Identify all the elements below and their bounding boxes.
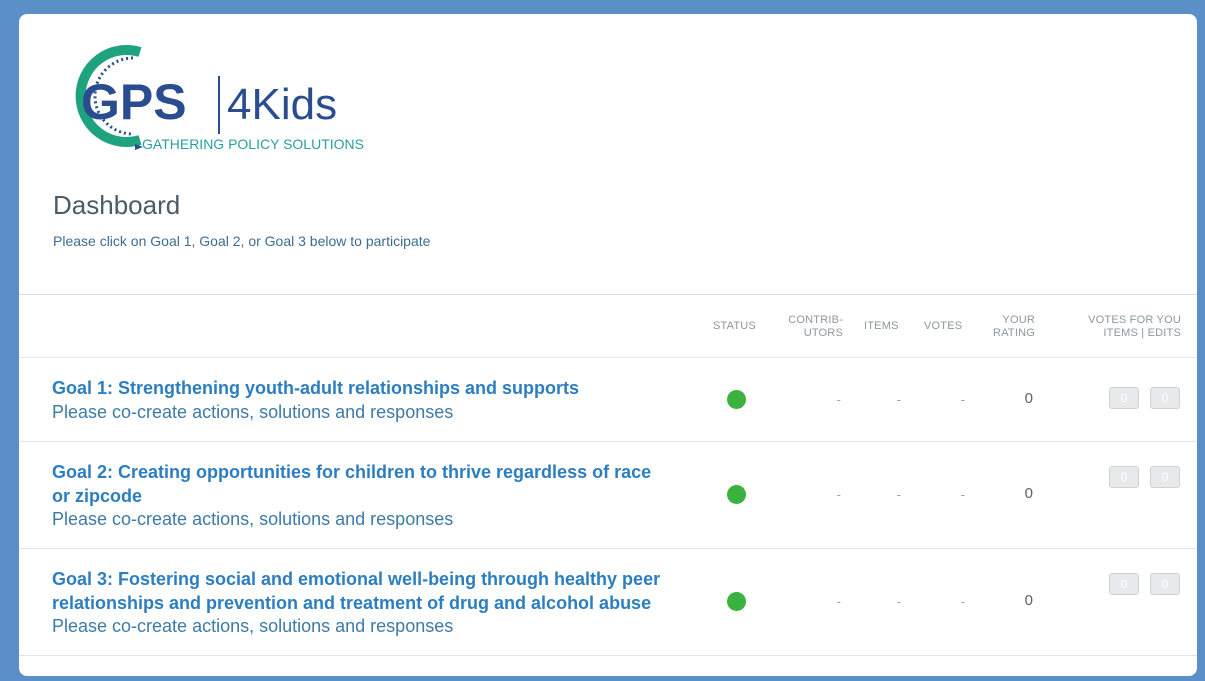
goal-2-link[interactable]: Goal 2: Creating opportunities for child… (52, 460, 712, 508)
goal-3-subtitle: Please co-create actions, solutions and … (52, 616, 454, 636)
goal-3-items: - (896, 594, 901, 609)
goal-1-link[interactable]: Goal 1: Strengthening youth-adult relati… (52, 376, 712, 400)
header-contributors: CONTRIB- UTORS (775, 314, 843, 340)
logo-gps-text: GPS (81, 74, 187, 130)
goal-2-title-line2: or zipcode (52, 486, 143, 506)
header-votes: VOTES (924, 320, 963, 332)
header-contributors-line1: CONTRIB- (788, 314, 843, 326)
page-title: Dashboard (53, 190, 181, 220)
page-subtitle: Please click on Goal 1, Goal 2, or Goal … (53, 233, 431, 249)
goal-3-title-line2: relationships and prevention and treatme… (52, 593, 652, 613)
goal-3-contributors: - (836, 594, 841, 609)
header-rating-line2: RATING (993, 327, 1035, 339)
goal-1-subtitle: Please co-create actions, solutions and … (52, 402, 454, 422)
goal-2-title-line1: Goal 2: Creating opportunities for child… (52, 462, 652, 482)
goal-1-contributors: - (836, 392, 841, 407)
goal-row-1[interactable]: Goal 1: Strengthening youth-adult relati… (19, 358, 1197, 442)
goal-1-items: - (896, 392, 901, 407)
goal-3-votes: - (960, 594, 965, 609)
header-rating-line1: YOUR (1002, 314, 1035, 326)
goal-2-votes: - (960, 487, 965, 502)
goal-1-rating: 0 (1024, 390, 1033, 407)
header-votes-for-you: VOTES FOR YOU ITEMS | EDITS (1059, 314, 1181, 340)
header-status: STATUS (713, 320, 756, 332)
header-vfy-line1: VOTES FOR YOU (1088, 314, 1181, 326)
goal-2-subtitle: Please co-create actions, solutions and … (52, 509, 454, 529)
goal-row-2[interactable]: Goal 2: Creating opportunities for child… (19, 442, 1197, 549)
goal-1-title-line1: Goal 1: Strengthening youth-adult relati… (52, 378, 580, 398)
goal-3-votes-edits-button[interactable]: 0 (1150, 573, 1180, 595)
goal-3-title-line1: Goal 3: Fostering social and emotional w… (52, 569, 661, 589)
goal-3-rating: 0 (1024, 592, 1033, 609)
logo-4kids-text: 4Kids (227, 80, 337, 129)
header-vfy-line2: ITEMS | EDITS (1103, 327, 1181, 339)
dashboard-card: GPS 4Kids GATHERING POLICY SOLUTIONS Das… (19, 14, 1197, 676)
header-contributors-line2: UTORS (803, 327, 843, 339)
goal-2-rating: 0 (1024, 485, 1033, 502)
goals-table: STATUS CONTRIB- UTORS ITEMS VOTES YOUR R… (19, 294, 1197, 656)
goal-2-contributors: - (836, 487, 841, 502)
goal-2-votes-items-button[interactable]: 0 (1109, 466, 1139, 488)
status-indicator-icon (727, 390, 746, 409)
status-indicator-icon (727, 485, 746, 504)
table-header: STATUS CONTRIB- UTORS ITEMS VOTES YOUR R… (19, 294, 1197, 358)
header-items: ITEMS (864, 320, 899, 332)
goal-3-votes-items-button[interactable]: 0 (1109, 573, 1139, 595)
goal-1-votes-edits-button[interactable]: 0 (1150, 387, 1180, 409)
goal-row-3[interactable]: Goal 3: Fostering social and emotional w… (19, 549, 1197, 656)
logo-tagline: GATHERING POLICY SOLUTIONS (142, 136, 364, 152)
goal-1-votes: - (960, 392, 965, 407)
status-indicator-icon (727, 592, 746, 611)
goal-3-link[interactable]: Goal 3: Fostering social and emotional w… (52, 567, 712, 615)
gps4kids-logo: GPS 4Kids GATHERING POLICY SOLUTIONS (75, 45, 364, 152)
goal-1-votes-items-button[interactable]: 0 (1109, 387, 1139, 409)
goal-2-items: - (896, 487, 901, 502)
header-your-rating: YOUR RATING (979, 314, 1035, 340)
goal-2-votes-edits-button[interactable]: 0 (1150, 466, 1180, 488)
